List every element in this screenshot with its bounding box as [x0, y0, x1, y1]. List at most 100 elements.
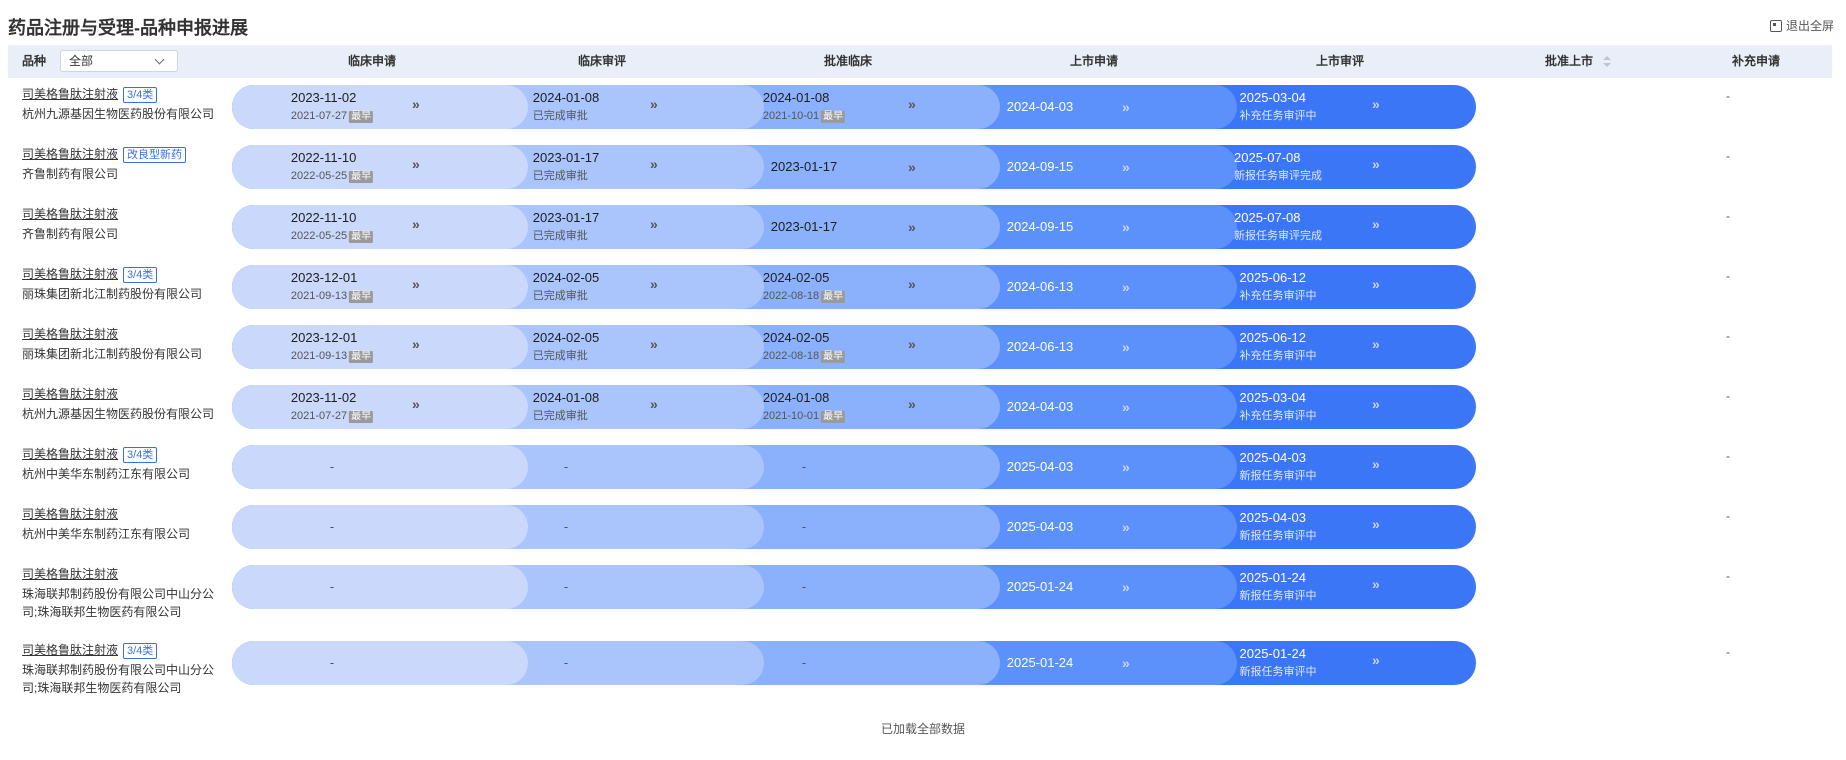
drug-name-link[interactable]: 司美格鲁肽注射液 [22, 267, 118, 281]
double-chevron-right-icon[interactable]: » [908, 397, 916, 411]
col-clinical-approval: 批准临床 [823, 54, 873, 68]
stage-subtext-value: 2021-07-27 [290, 110, 348, 122]
double-chevron-right-icon[interactable]: » [1122, 520, 1130, 534]
stage-subtext: 2021-07-27 最早 [291, 409, 374, 423]
stage-cell: 2025-06-12 补充任务审评中 [1240, 325, 1317, 369]
double-chevron-right-icon[interactable]: » [908, 220, 916, 234]
double-chevron-right-icon[interactable]: » [412, 217, 420, 231]
double-chevron-right-icon[interactable]: » [1372, 517, 1380, 531]
stage-cell: 2025-01-24 [1007, 641, 1074, 685]
variety-label: 品种 [22, 54, 47, 68]
double-chevron-right-icon[interactable]: » [650, 277, 658, 291]
drug-name-link[interactable]: 司美格鲁肽注射液 [22, 567, 118, 581]
stage-clinical-application-bar [232, 205, 528, 249]
double-chevron-right-icon[interactable]: » [1372, 457, 1380, 471]
stage-date: 2024-04-03 [1006, 99, 1074, 114]
company-name: 杭州九源基因生物医药股份有限公司 [22, 107, 215, 121]
drug-name-link[interactable]: 司美格鲁肽注射液 [22, 207, 118, 221]
stage-subtext: 已完成审批 [533, 289, 600, 303]
double-chevron-right-icon[interactable]: » [908, 97, 916, 111]
exit-fullscreen-label: 退出全屏 [1785, 19, 1834, 33]
double-chevron-right-icon[interactable]: » [1372, 157, 1380, 171]
double-chevron-right-icon[interactable]: » [1122, 580, 1130, 594]
stage-date: 2025-04-03 [1239, 450, 1307, 465]
progress-track: 2023-12-01 2021-09-13 最早» 2024-02-05 已完成审批» 2… [232, 265, 1476, 309]
stage-subtext-value: 2022-08-18 [762, 290, 820, 302]
double-chevron-right-icon[interactable]: » [908, 337, 916, 351]
sort-icon[interactable] [1603, 55, 1612, 69]
double-chevron-right-icon[interactable]: » [1372, 577, 1380, 591]
drug-name-link[interactable]: 司美格鲁肽注射液 [22, 447, 118, 461]
double-chevron-right-icon[interactable]: » [412, 337, 420, 351]
double-chevron-right-icon[interactable]: » [650, 397, 658, 411]
double-chevron-right-icon[interactable]: » [1372, 337, 1380, 351]
stage-date: 2024-01-08 [532, 390, 600, 405]
drug-name-link[interactable]: 司美格鲁肽注射液 [22, 87, 118, 101]
stage-date: 2025-04-03 [1239, 510, 1307, 525]
double-chevron-right-icon[interactable]: » [412, 397, 420, 411]
stage-subtext: 2021-09-13 最早 [291, 289, 374, 303]
double-chevron-right-icon[interactable]: » [908, 277, 916, 291]
double-chevron-right-icon[interactable]: » [908, 160, 916, 174]
double-chevron-right-icon[interactable]: » [412, 157, 420, 171]
stage-subtext: 已完成审批 [533, 349, 600, 363]
double-chevron-right-icon[interactable]: » [1122, 280, 1130, 294]
drug-name-link[interactable]: 司美格鲁肽注射液 [22, 507, 118, 521]
drug-name-link[interactable]: 司美格鲁肽注射液 [22, 643, 118, 657]
col-market-application: 上市申请 [1069, 54, 1119, 68]
stage-cell: - [564, 641, 568, 685]
double-chevron-right-icon[interactable]: » [650, 157, 658, 171]
stage-cell: 2023-01-17 [771, 145, 838, 189]
drug-cell: 司美格鲁肽注射液 3/4类 [22, 641, 158, 659]
double-chevron-right-icon[interactable]: » [412, 97, 420, 111]
col-market-approval[interactable]: 批准上市 [1545, 45, 1612, 78]
col-clinical-application: 临床申请 [347, 54, 397, 68]
drug-cell: 司美格鲁肽注射液 [22, 325, 118, 342]
stage-date: - [329, 579, 335, 594]
double-chevron-right-icon[interactable]: » [650, 217, 658, 231]
company-name: 丽珠集团新北江制药股份有限公司 [22, 347, 203, 361]
stage-date: 2023-01-17 [532, 210, 600, 225]
stage-date: 2023-01-17 [770, 159, 838, 174]
exit-fullscreen-button[interactable]: 退出全屏 [1769, 17, 1834, 34]
stage-cell: 2025-01-24 [1007, 565, 1074, 609]
double-chevron-right-icon[interactable]: » [1122, 340, 1130, 354]
variety-select[interactable]: 全部 [60, 50, 178, 72]
double-chevron-right-icon[interactable]: » [1372, 653, 1380, 667]
double-chevron-right-icon[interactable]: » [1122, 220, 1130, 234]
stage-date: 2024-01-08 [762, 390, 830, 405]
double-chevron-right-icon[interactable]: » [1122, 400, 1130, 414]
stage-clinical-application-bar [232, 265, 528, 309]
stage-subtext-value: 新报任务审评完成 [1234, 230, 1322, 242]
stage-cell: 2025-01-24 新报任务审评中 [1240, 641, 1317, 685]
double-chevron-right-icon[interactable]: » [650, 97, 658, 111]
double-chevron-right-icon[interactable]: » [1122, 656, 1130, 670]
stage-cell: 2023-11-02 2021-07-27 最早 [291, 385, 374, 429]
stage-cell: 2024-02-05 已完成审批 [533, 265, 600, 309]
stage-date: 2023-11-02 [290, 90, 357, 105]
double-chevron-right-icon[interactable]: » [412, 277, 420, 291]
drug-name-link[interactable]: 司美格鲁肽注射液 [22, 147, 118, 161]
stage-subtext: 新报任务审评中 [1240, 665, 1317, 679]
double-chevron-right-icon[interactable]: » [1122, 160, 1130, 174]
drug-name-link[interactable]: 司美格鲁肽注射液 [22, 327, 118, 341]
double-chevron-right-icon[interactable]: » [1372, 397, 1380, 411]
col-supplementary: 补充申请 [1731, 54, 1781, 68]
stage-subtext-value: 已完成审批 [532, 170, 588, 182]
stage-date: 2025-04-03 [1006, 459, 1074, 474]
stage-date: - [329, 655, 335, 670]
double-chevron-right-icon[interactable]: » [1372, 97, 1380, 111]
stage-subtext-value: 2022-05-25 [290, 230, 348, 242]
double-chevron-right-icon[interactable]: » [650, 337, 658, 351]
double-chevron-right-icon[interactable]: » [1122, 460, 1130, 474]
stage-cell: 2024-09-15 [1007, 145, 1074, 189]
double-chevron-right-icon[interactable]: » [1372, 217, 1380, 231]
drug-name-link[interactable]: 司美格鲁肽注射液 [22, 387, 118, 401]
stage-date: 2025-07-08 [1234, 210, 1301, 225]
earliest-badge: 最早 [349, 171, 374, 183]
double-chevron-right-icon[interactable]: » [1372, 277, 1380, 291]
progress-track: 2022-11-10 2022-05-25 最早 » 2023-01-17 已完成审批 » 2… [232, 145, 1476, 189]
double-chevron-right-icon[interactable]: » [1122, 100, 1130, 114]
stage-subtext-value: 新报任务审评中 [1239, 666, 1317, 678]
supplementary-value: - [1726, 389, 1730, 403]
